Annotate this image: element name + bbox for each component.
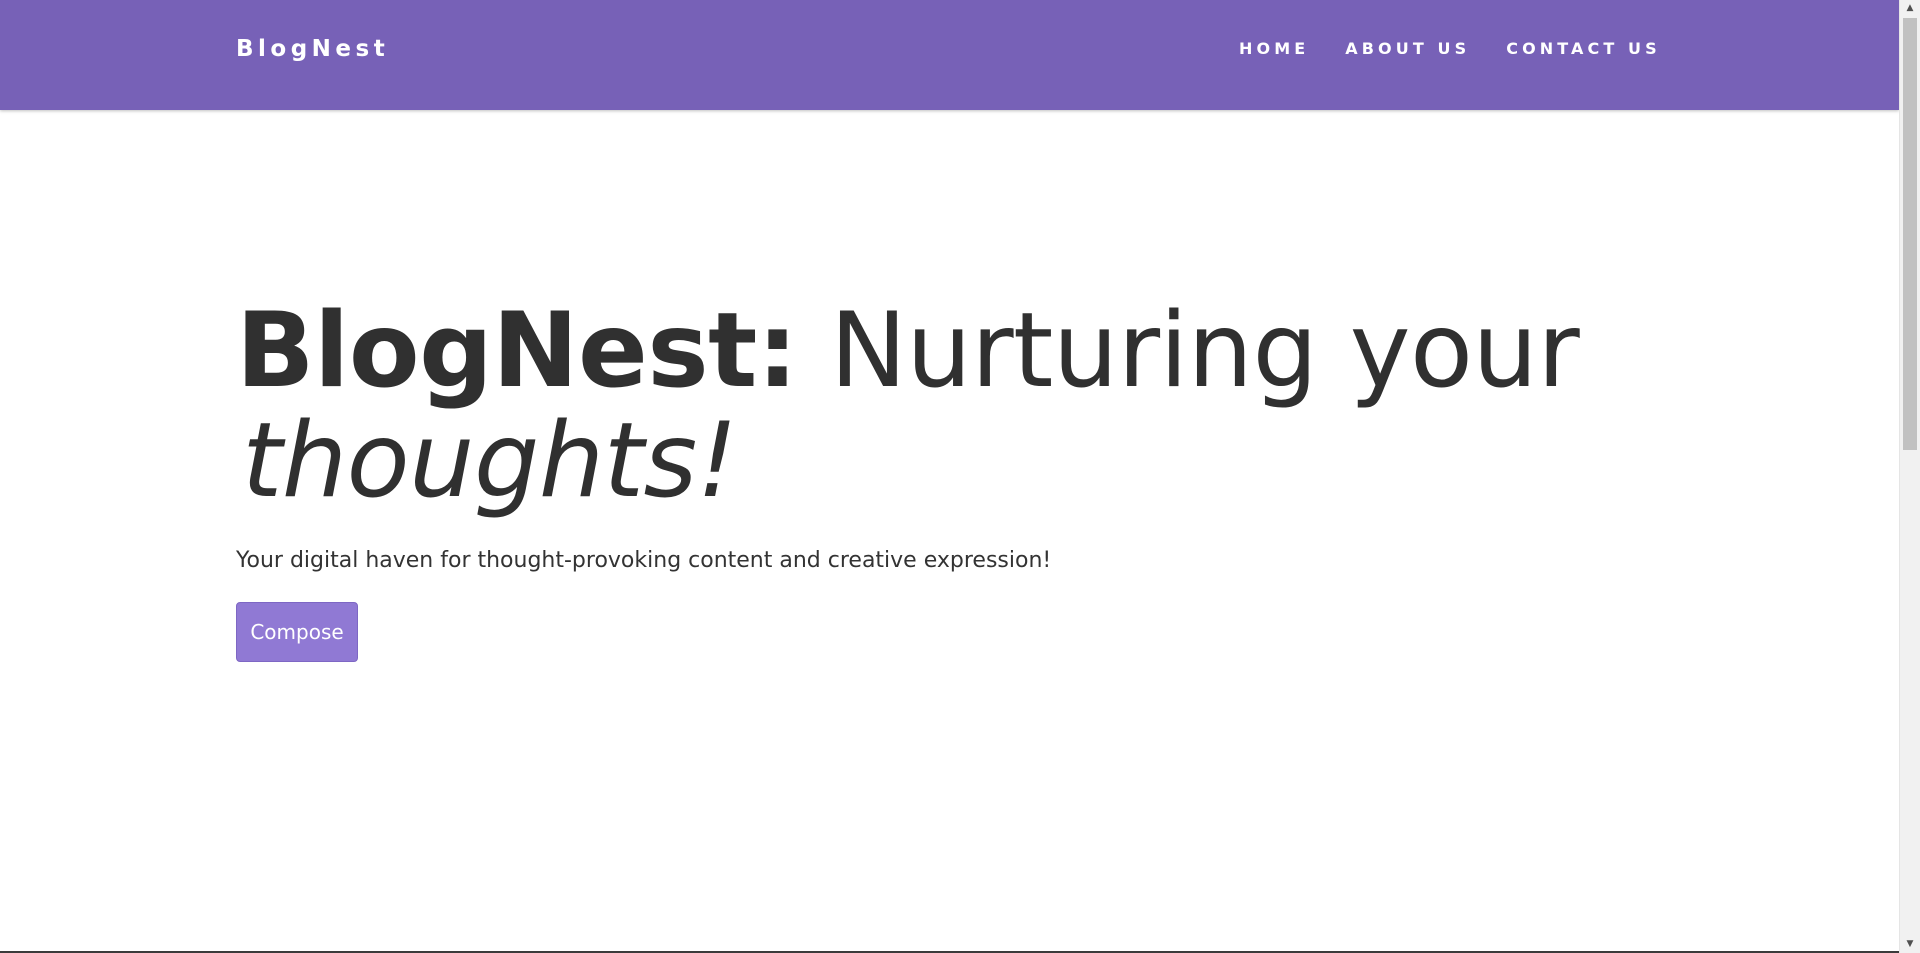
vertical-scrollbar[interactable]: ▲ ▼: [1899, 0, 1920, 953]
scrollbar-thumb[interactable]: [1903, 18, 1917, 450]
nav-link-about-us[interactable]: ABOUT US: [1345, 39, 1470, 59]
top-navbar: BlogNest HOME ABOUT US CONTACT US: [0, 0, 1899, 110]
hero-section: BlogNest: Nurturing your thoughts! Your d…: [236, 296, 1736, 662]
compose-button[interactable]: Compose: [236, 602, 358, 662]
triangle-up-icon[interactable]: ▲: [1900, 0, 1920, 17]
nav-link-home[interactable]: HOME: [1239, 39, 1309, 59]
nav-links: HOME ABOUT US CONTACT US: [1239, 39, 1697, 59]
page: BlogNest HOME ABOUT US CONTACT US BlogNe…: [0, 0, 1920, 953]
hero-subtitle: Your digital haven for thought-provoking…: [236, 548, 1052, 573]
hero-title-brand: BlogNest:: [236, 291, 798, 411]
hero-title-tagline: Nurturing your: [829, 291, 1580, 411]
brand-logo-link[interactable]: BlogNest: [236, 34, 389, 64]
nav-link-contact-us[interactable]: CONTACT US: [1506, 39, 1661, 59]
hero-title: BlogNest: Nurturing your thoughts!: [236, 296, 1736, 516]
hero-title-emphasis: thoughts!: [242, 401, 738, 521]
triangle-down-icon[interactable]: ▼: [1900, 936, 1920, 953]
